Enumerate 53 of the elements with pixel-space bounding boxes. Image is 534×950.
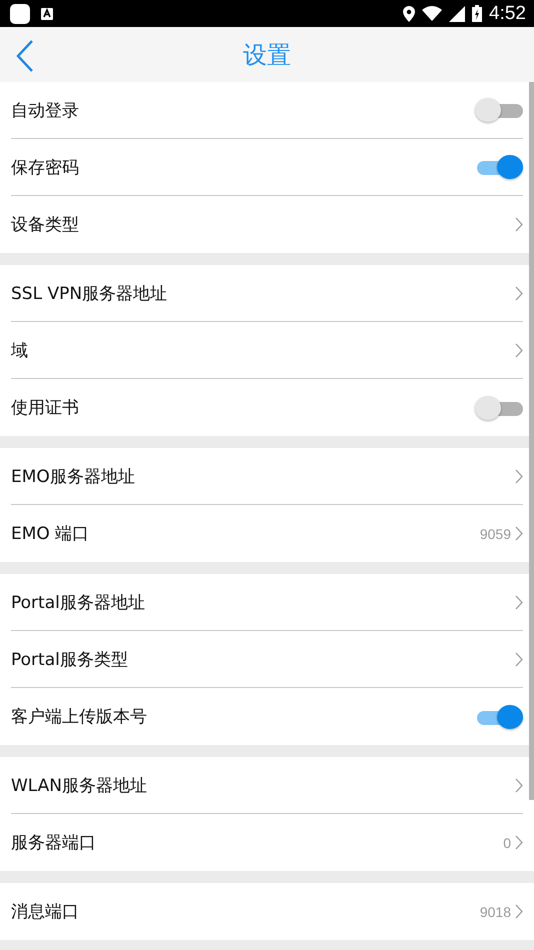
setting-label: 使用证书 [11,397,79,419]
setting-value: 0 [503,834,511,850]
settings-row[interactable]: 保存密码 [11,139,523,196]
settings-row[interactable]: 自动登录 [11,82,523,139]
signal-icon [449,6,466,22]
chevron-icon [515,342,523,358]
clock-time: 4:52 [489,2,526,24]
wifi-icon [422,6,442,21]
setting-label: Portal服务类型 [11,648,128,670]
chevron-icon [515,217,523,232]
back-button[interactable] [14,38,36,74]
settings-row[interactable]: 域 [11,322,523,379]
battery-icon [472,5,482,22]
toggle-switch[interactable] [475,97,523,123]
chevron-icon [515,526,523,541]
setting-label: 消息端口 [11,901,79,923]
setting-label: 服务器端口 [11,832,96,854]
settings-row[interactable]: 设备类型 [11,196,523,253]
settings-row[interactable]: 服务器端口 0 [11,814,523,871]
location-icon [403,6,416,22]
settings-row[interactable]: WLAN服务器地址 [11,757,523,814]
settings-row[interactable]: EMO服务器地址 [11,448,523,505]
notification-icon [40,6,54,20]
setting-label: 客户端上传版本号 [11,706,147,728]
setting-label: 设备类型 [11,214,79,236]
settings-row[interactable]: SSL VPN服务器地址 [11,265,523,322]
chevron-icon [515,594,523,610]
setting-label: WLAN服务器地址 [11,774,148,796]
toggle-switch[interactable] [475,154,523,180]
toggle-switch[interactable] [475,394,523,420]
setting-label: EMO服务器地址 [11,466,135,488]
chevron-icon [515,904,523,919]
settings-row[interactable]: Portal服务类型 [11,631,523,688]
setting-label: 自动登录 [11,100,79,122]
page-title: 设置 [243,40,291,70]
setting-label: Portal服务器地址 [11,592,145,614]
toggle-switch[interactable] [475,704,523,730]
setting-label: EMO 端口 [11,523,90,545]
settings-row[interactable]: 使用证书 [11,379,523,436]
settings-row[interactable]: EMO 端口 9059 [11,505,523,562]
setting-value: 9018 [480,904,511,920]
chevron-icon [515,835,523,850]
app-icon [10,4,30,24]
settings-row[interactable]: 客户端上传版本号 [11,688,523,745]
settings-row[interactable]: Portal服务器地址 [11,574,523,631]
chevron-icon [515,468,523,484]
chevron-icon [515,286,523,300]
setting-label: 保存密码 [11,156,79,178]
chevron-icon [515,778,523,792]
setting-label: 域 [11,340,28,362]
chevron-icon [515,652,523,666]
setting-label: SSL VPN服务器地址 [11,282,168,304]
setting-value: 9059 [480,526,511,542]
